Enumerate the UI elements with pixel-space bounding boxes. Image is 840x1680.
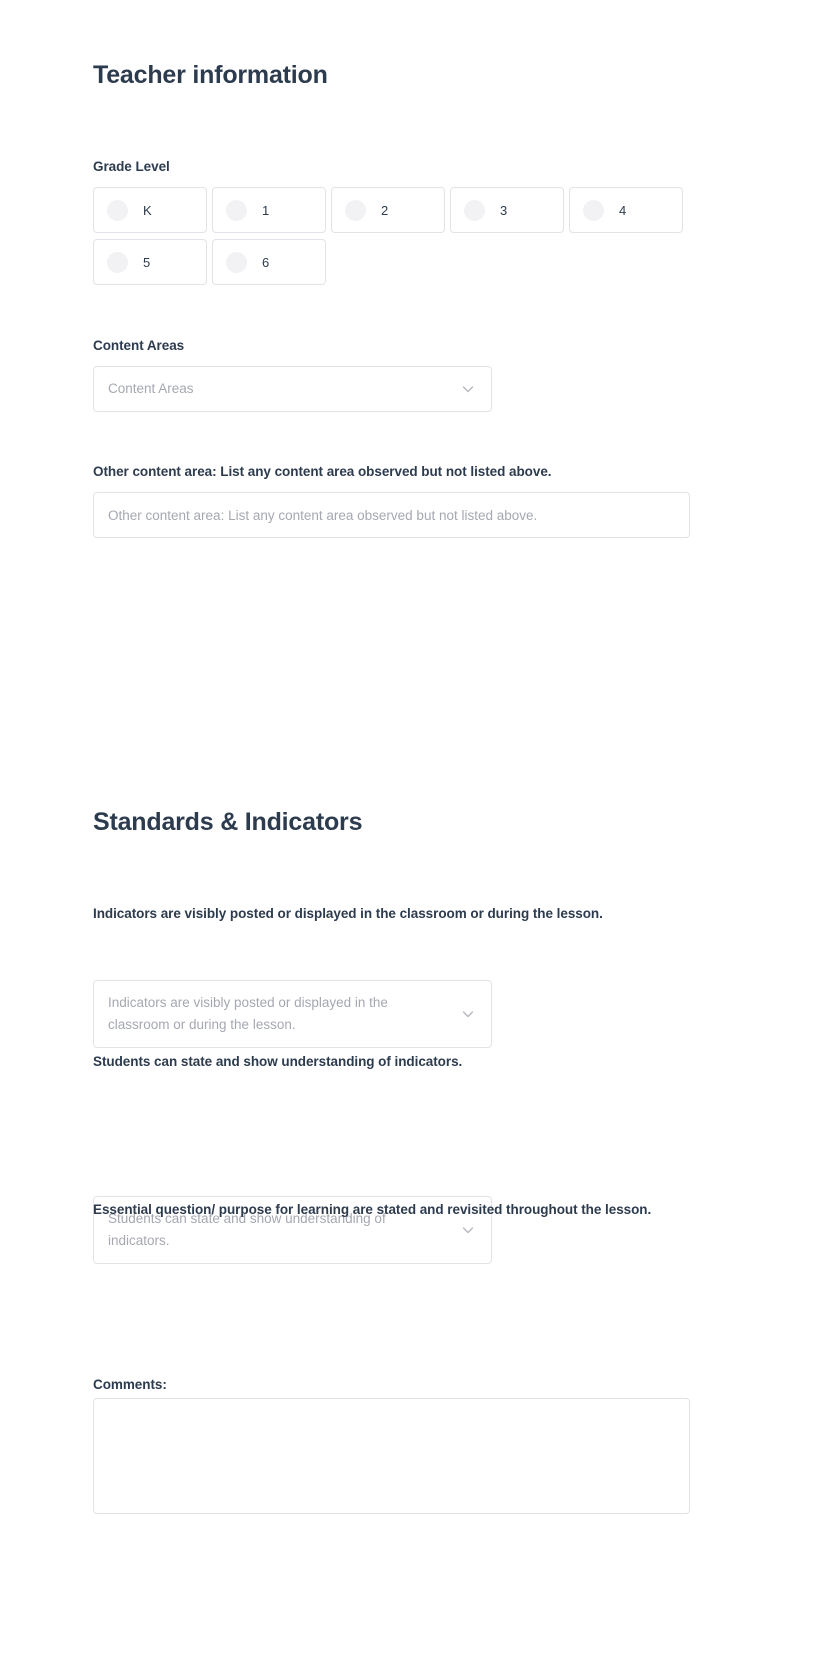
grade-option-2[interactable]: 2 (331, 187, 445, 233)
chevron-down-icon[interactable] (461, 1007, 475, 1021)
indicator-question-1-value: Indicators are visibly posted or display… (108, 994, 388, 1032)
page-title: Teacher information (93, 61, 328, 89)
grade-option-label: 5 (143, 254, 151, 270)
grade-option-label: 3 (500, 202, 508, 218)
radio-circle-icon[interactable] (345, 199, 366, 221)
indicator-question-2-label: Students can state and show understandin… (93, 1054, 463, 1069)
indicator-question-1-label: Indicators are visibly posted or display… (93, 906, 603, 921)
radio-circle-icon[interactable] (464, 199, 485, 221)
radio-circle-icon[interactable] (107, 199, 128, 221)
indicator-question-1-select[interactable]: Indicators are visibly posted or display… (93, 980, 492, 1048)
grade-option-label: 6 (262, 254, 270, 270)
grade-option-1[interactable]: 1 (212, 187, 326, 233)
radio-circle-icon[interactable] (583, 199, 604, 221)
chevron-down-icon[interactable] (461, 1223, 475, 1237)
form-page: Teacher information Grade Level K 1 2 3 … (0, 0, 840, 1680)
grade-level-label: Grade Level (93, 159, 170, 174)
other-content-area-input[interactable]: Other content area: List any content are… (93, 492, 690, 538)
other-content-area-label: Other content area: List any content are… (93, 464, 552, 479)
other-content-area-placeholder: Other content area: List any content are… (108, 507, 538, 523)
radio-circle-icon[interactable] (107, 251, 128, 273)
grade-option-label: K (143, 202, 152, 218)
grade-option-k[interactable]: K (93, 187, 207, 233)
grade-option-label: 1 (262, 202, 270, 218)
content-areas-label: Content Areas (93, 338, 185, 353)
standards-indicators-title: Standards & Indicators (93, 808, 363, 836)
content-areas-select-value: Content Areas (108, 380, 194, 396)
grade-option-3[interactable]: 3 (450, 187, 564, 233)
grade-option-label: 2 (381, 202, 389, 218)
grade-level-group: K 1 2 3 4 5 6 (93, 187, 713, 285)
chevron-down-icon[interactable] (461, 382, 475, 396)
grade-option-6[interactable]: 6 (212, 239, 326, 285)
indicator-question-3-label: Essential question/ purpose for learning… (93, 1202, 652, 1217)
content-areas-select[interactable]: Content Areas (93, 366, 492, 412)
radio-circle-icon[interactable] (226, 199, 247, 221)
radio-circle-icon[interactable] (226, 251, 247, 273)
comments-textarea[interactable] (93, 1398, 690, 1514)
grade-option-4[interactable]: 4 (569, 187, 683, 233)
comments-label: Comments: (93, 1377, 167, 1392)
grade-option-label: 4 (619, 202, 627, 218)
grade-option-5[interactable]: 5 (93, 239, 207, 285)
